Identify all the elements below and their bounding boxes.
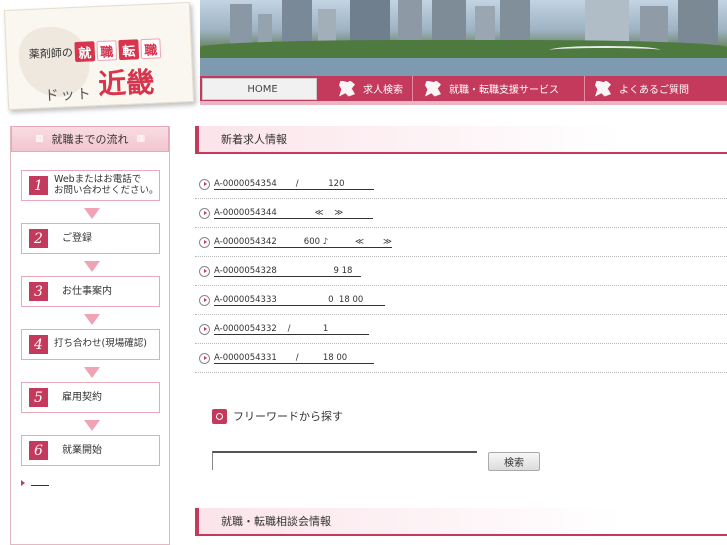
step-number: 1 xyxy=(29,176,48,195)
kinki-map-icon xyxy=(425,80,441,97)
new-jobs-heading: 新着求人情報 xyxy=(195,126,727,154)
down-arrow-icon xyxy=(84,367,100,378)
logo-line2: ドット 近畿 xyxy=(43,61,155,106)
site-logo[interactable]: 薬剤師の 就 職 転 職 ドット 近畿 xyxy=(0,0,200,112)
list-item: A-0000054342 600 ♪ ≪ ≫ xyxy=(195,228,727,257)
hero-image xyxy=(200,0,727,76)
nav-job-search-label: 求人検索 xyxy=(363,85,403,96)
list-item: A-0000054333 0 18 00 xyxy=(195,286,727,315)
flow-step: 5 雇用契約 xyxy=(21,382,160,413)
job-link[interactable]: A-0000054344 ≪ ≫ xyxy=(214,208,373,219)
step-number: 2 xyxy=(29,229,48,248)
freeword-search-heading: フリーワードから探す xyxy=(212,408,343,424)
down-arrow-icon xyxy=(84,314,100,325)
logo-card: 薬剤師の 就 職 転 職 ドット 近畿 xyxy=(3,1,195,111)
step-label: 就業開始 xyxy=(62,444,102,456)
logo-prefix: 薬剤師の xyxy=(28,46,74,62)
flow-step: 2 ご登録 xyxy=(21,223,160,254)
search-icon xyxy=(212,408,227,424)
consult-title: 就職・転職相談会情報 xyxy=(221,515,331,528)
dots-icon: ▦ xyxy=(34,134,44,144)
nav-faq-label: よくあるご質問 xyxy=(619,85,689,96)
nav-job-search[interactable]: 求人検索 xyxy=(317,76,413,101)
step-label: Webまたはお電話で お問い合わせください。 xyxy=(54,173,159,196)
nav-support-service-label: 就職・転職支援サービス xyxy=(449,85,559,96)
freeword-search-title: フリーワードから探す xyxy=(233,410,343,423)
nav-home[interactable]: HOME xyxy=(202,78,317,100)
job-link[interactable]: A-0000054331 / 18 00 xyxy=(214,353,375,364)
job-list: A-0000054354 / 120 A-0000054344 ≪ ≫ A-00… xyxy=(195,170,727,373)
logo-tile: 就 xyxy=(74,41,96,63)
new-jobs-title: 新着求人情報 xyxy=(221,133,287,146)
step-number: 5 xyxy=(29,388,48,407)
step-label: 打ち合わせ(現場確認) xyxy=(54,338,147,350)
arrow-circle-icon xyxy=(199,265,210,277)
sidebar-link[interactable] xyxy=(21,480,49,486)
down-arrow-icon xyxy=(84,208,100,219)
arrow-circle-icon xyxy=(199,236,210,248)
list-item: A-0000054332 / 1 xyxy=(195,315,727,344)
step-label: お仕事案内 xyxy=(62,285,112,297)
arrow-circle-icon xyxy=(199,294,210,306)
sidebar-heading: ▦ 就職までの流れ ▦ xyxy=(11,126,169,152)
logo-tile: 転 xyxy=(118,39,140,61)
list-item: A-0000054354 / 120 xyxy=(195,170,727,199)
search-button[interactable]: 検索 xyxy=(488,452,540,471)
job-link[interactable]: A-0000054328 9 18 xyxy=(214,266,361,277)
flow-step: 4 打ち合わせ(現場確認) xyxy=(21,329,160,360)
job-link[interactable]: A-0000054354 / 120 xyxy=(214,179,375,190)
job-link[interactable]: A-0000054342 600 ♪ ≪ ≫ xyxy=(214,237,392,248)
arrow-circle-icon xyxy=(199,207,210,219)
main-content: 新着求人情報 A-0000054354 / 120 A-0000054344 ≪… xyxy=(195,126,727,536)
down-arrow-icon xyxy=(84,261,100,272)
logo-tile: 職 xyxy=(140,38,162,60)
nav-faq[interactable]: よくあるご質問 xyxy=(585,76,725,101)
step-label: ご登録 xyxy=(62,232,92,244)
search-input[interactable] xyxy=(212,451,477,470)
flow-sidebar: ▦ 就職までの流れ ▦ 1 Webまたはお電話で お問い合わせください。 2 ご… xyxy=(10,126,170,545)
kinki-map-icon xyxy=(595,80,611,97)
logo-sub: ドット xyxy=(44,86,94,105)
step-number: 3 xyxy=(29,282,48,301)
sidebar-title: 就職までの流れ xyxy=(51,133,129,146)
sidebar-link-underline xyxy=(31,480,49,486)
logo-name: 近畿 xyxy=(97,65,155,102)
nav-support-service[interactable]: 就職・転職支援サービス xyxy=(413,76,585,101)
job-link[interactable]: A-0000054332 / 1 xyxy=(214,324,369,335)
nav-home-label: HOME xyxy=(247,83,278,95)
flow-step: 3 お仕事案内 xyxy=(21,276,160,307)
arrow-circle-icon xyxy=(199,323,210,335)
down-arrow-icon xyxy=(84,420,100,431)
arrow-circle-icon xyxy=(199,352,210,364)
bullet-arrow-icon xyxy=(21,480,25,486)
kinki-map-icon xyxy=(339,80,355,97)
job-link[interactable]: A-0000054333 0 18 00 xyxy=(214,295,385,306)
main-nav: HOME 求人検索 就職・転職支援サービス よくあるご質問 xyxy=(200,76,727,101)
dots-icon: ▦ xyxy=(136,134,146,144)
step-number: 6 xyxy=(29,441,48,460)
arrow-circle-icon xyxy=(199,178,210,190)
nav-underline xyxy=(200,101,727,105)
logo-tile: 職 xyxy=(96,40,118,62)
step-label: 雇用契約 xyxy=(62,391,102,403)
list-item: A-0000054328 9 18 xyxy=(195,257,727,286)
consult-heading: 就職・転職相談会情報 xyxy=(195,508,727,536)
list-item: A-0000054344 ≪ ≫ xyxy=(195,199,727,228)
list-item: A-0000054331 / 18 00 xyxy=(195,344,727,373)
flow-step: 6 就業開始 xyxy=(21,435,160,466)
flow-step: 1 Webまたはお電話で お問い合わせください。 xyxy=(21,170,160,201)
step-number: 4 xyxy=(29,335,48,354)
